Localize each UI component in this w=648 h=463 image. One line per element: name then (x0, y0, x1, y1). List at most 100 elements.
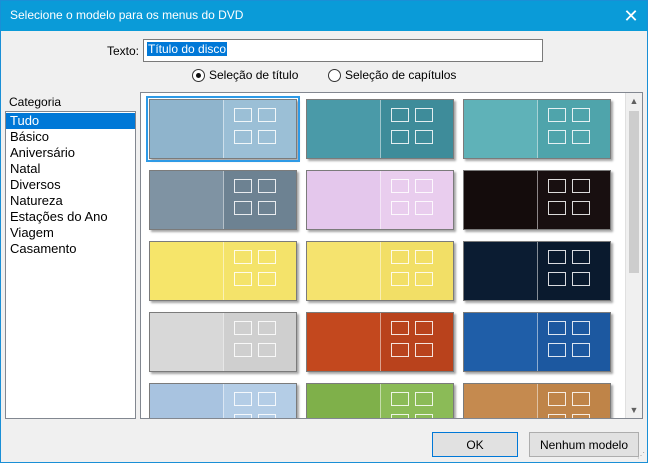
radio-selected-icon (192, 68, 205, 82)
template-thumbnail-blue-waves[interactable] (146, 96, 300, 162)
thumbnail-frame (572, 201, 590, 215)
thumbnail-frame (572, 108, 590, 122)
thumbnail-frame (234, 250, 252, 264)
scroll-up-icon[interactable]: ▲ (626, 93, 642, 109)
thumbnail-frame (415, 414, 433, 418)
thumbnail-frame (572, 321, 590, 335)
scroll-thumb[interactable] (629, 111, 639, 273)
category-item[interactable]: Diversos (6, 177, 135, 193)
ok-button[interactable]: OK (432, 432, 518, 457)
grid-scrollbar[interactable]: ▲ ▼ (625, 93, 642, 418)
thumbnail-left-page (307, 384, 380, 418)
thumbnail-frame (548, 343, 566, 357)
thumbnail-frame (234, 108, 252, 122)
thumbnail-frame (234, 343, 252, 357)
thumbnail-right-page (537, 171, 610, 229)
template-thumbnail-birthday-dark[interactable] (463, 170, 611, 230)
template-thumbnail-winter-trees[interactable] (149, 383, 297, 418)
thumbnail-frame (572, 179, 590, 193)
thumbnail-frame (391, 250, 409, 264)
thumbnail-frame (391, 414, 409, 418)
thumbnail-left-page (150, 242, 223, 300)
thumbnail-frame (415, 179, 433, 193)
thumbnail-left-page (150, 384, 223, 418)
no-template-button[interactable]: Nenhum modelo (529, 432, 639, 457)
thumbnail-frame (572, 130, 590, 144)
disc-title-value: Título do disco (147, 42, 228, 56)
thumbnail-frame (415, 201, 433, 215)
thumbnail-frame (391, 179, 409, 193)
resize-grip-icon[interactable]: ⋰ (637, 451, 645, 460)
disc-title-input[interactable]: Título do disco (143, 39, 543, 62)
thumbnail-left-page (307, 242, 380, 300)
thumbnail-frame (234, 179, 252, 193)
radio-title-selection[interactable]: Seleção de título (192, 68, 298, 82)
thumbnail-frame (391, 201, 409, 215)
thumbnail-frame (415, 392, 433, 406)
dialog-window: Selecione o modelo para os menus do DVD … (0, 0, 648, 463)
radio-chapter-selection[interactable]: Seleção de capítulos (328, 68, 456, 82)
thumbnail-frame (572, 250, 590, 264)
thumbnail-frame (258, 414, 276, 418)
category-item[interactable]: Básico (6, 129, 135, 145)
thumbnail-right-page (537, 384, 610, 418)
template-thumbnail-teal-lines[interactable] (306, 99, 454, 159)
category-list[interactable]: Tudo Básico Aniversário Natal Diversos N… (5, 111, 136, 419)
thumbnail-frame (415, 250, 433, 264)
thumbnail-frame (258, 108, 276, 122)
thumbnail-frame (258, 179, 276, 193)
thumbnail-left-page (307, 100, 380, 158)
thumbnail-frame (391, 272, 409, 286)
thumbnail-frame (572, 414, 590, 418)
category-item[interactable]: Aniversário (6, 145, 135, 161)
thumbnail-frame (258, 250, 276, 264)
thumbnail-left-page (307, 171, 380, 229)
thumbnail-frame (391, 392, 409, 406)
category-item[interactable]: Casamento (6, 241, 135, 257)
thumbnail-frame (415, 321, 433, 335)
template-thumbnail-penguin-gray[interactable] (149, 312, 297, 372)
thumbnail-right-page (223, 242, 296, 300)
template-thumbnail-sunset-clouds[interactable] (306, 312, 454, 372)
thumbnail-frame (548, 201, 566, 215)
scroll-down-icon[interactable]: ▼ (626, 402, 642, 418)
thumbnail-left-page (150, 171, 223, 229)
template-thumbnail-blue-forest[interactable] (463, 312, 611, 372)
template-thumbnail-party-lilac[interactable] (306, 170, 454, 230)
thumbnail-frame (415, 130, 433, 144)
category-item[interactable]: Natal (6, 161, 135, 177)
thumbnail-frame (415, 272, 433, 286)
thumbnail-frame (234, 201, 252, 215)
template-thumbnail-christmas-yellow-2[interactable] (306, 241, 454, 301)
template-thumbnail-christmas-yellow[interactable] (149, 241, 297, 301)
thumbnail-right-page (380, 171, 453, 229)
template-thumbnail-aqua-ovals[interactable] (463, 99, 611, 159)
thumbnail-frame (258, 343, 276, 357)
category-item[interactable]: Natureza (6, 193, 135, 209)
template-thumbnail-brown-paper[interactable] (463, 383, 611, 418)
title-bar[interactable]: Selecione o modelo para os menus do DVD … (1, 1, 647, 31)
thumbnail-left-page (464, 100, 537, 158)
thumbnail-right-page (223, 313, 296, 371)
thumbnail-right-page (537, 242, 610, 300)
thumbnail-frame (234, 130, 252, 144)
template-thumbnail-gray-blue[interactable] (149, 170, 297, 230)
category-item[interactable]: Estações do Ano (6, 209, 135, 225)
thumbnail-right-page (380, 242, 453, 300)
thumbnail-frame (415, 343, 433, 357)
radio-chapter-label: Seleção de capítulos (345, 68, 457, 82)
thumbnail-left-page (464, 384, 537, 418)
thumbnail-frame (391, 130, 409, 144)
thumbnail-frame (391, 321, 409, 335)
thumbnail-frame (391, 343, 409, 357)
category-item[interactable]: Viagem (6, 225, 135, 241)
thumbnail-frame (548, 130, 566, 144)
template-thumbnail-spring-trees[interactable] (306, 383, 454, 418)
thumbnail-frame (234, 321, 252, 335)
category-item[interactable]: Tudo (6, 113, 135, 129)
text-label: Texto: (107, 44, 140, 58)
thumbnail-frame (548, 392, 566, 406)
close-icon[interactable]: ✕ (615, 1, 647, 31)
template-thumbnail-night-circles[interactable] (463, 241, 611, 301)
thumbnail-frame (234, 272, 252, 286)
